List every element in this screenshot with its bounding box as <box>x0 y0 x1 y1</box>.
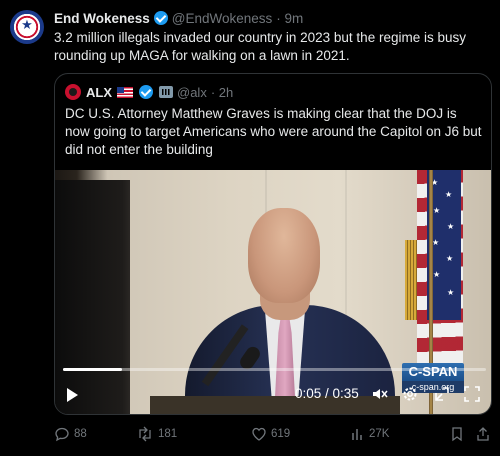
quote-handle: @alx <box>177 84 207 100</box>
share-button[interactable] <box>476 425 494 443</box>
play-icon[interactable] <box>67 388 78 402</box>
video-controls: 0:05 / 0:35 <box>55 376 491 414</box>
quote-author-name[interactable]: ALX <box>86 85 112 100</box>
popout-icon[interactable] <box>433 385 451 403</box>
video-progress-fill <box>63 368 123 371</box>
quote-header: ALX @alx · 2h <box>65 84 233 100</box>
quote-time: · 2h <box>210 84 234 100</box>
star-icon: ★ <box>21 18 33 33</box>
tweet-avatar[interactable]: ★ <box>10 10 44 44</box>
views-button[interactable]: 27K <box>351 425 389 443</box>
views-chart-icon <box>352 429 362 440</box>
speaker-head <box>248 208 320 303</box>
view-count: 27K <box>369 428 390 440</box>
heart-icon <box>252 427 266 441</box>
like-count: 619 <box>271 428 291 440</box>
author-name[interactable]: End Wokeness <box>54 11 150 26</box>
verified-badge-icon <box>153 11 168 25</box>
affiliate-badge-icon <box>159 86 173 98</box>
video-time: 0:05 / 0:35 <box>295 386 359 401</box>
video-progress-bar[interactable] <box>63 368 486 371</box>
us-flag-icon <box>117 86 133 98</box>
tweet-actions: 88 181 619 27K <box>54 425 492 443</box>
like-button[interactable]: 619 <box>251 425 290 443</box>
quoted-tweet[interactable]: ALX @alx · 2h DC U.S. Attorney Matthew G… <box>54 73 492 415</box>
tweet-text: 3.2 million illegals invaded our country… <box>54 30 466 63</box>
bookmark-button[interactable] <box>450 425 468 443</box>
reply-icon <box>55 427 69 442</box>
fullscreen-icon[interactable] <box>463 385 481 403</box>
repost-count: 181 <box>158 428 178 440</box>
repost-button[interactable]: 181 <box>136 425 177 443</box>
quote-avatar[interactable] <box>65 84 81 100</box>
verified-badge-icon <box>139 85 153 99</box>
flag-fringe <box>405 240 417 320</box>
tweet-time[interactable]: · 9m <box>276 11 303 26</box>
mute-icon[interactable] <box>371 385 389 403</box>
reply-count: 88 <box>74 428 87 440</box>
repost-icon <box>139 426 151 442</box>
settings-gear-icon[interactable] <box>401 385 419 403</box>
bookmark-icon <box>452 427 462 442</box>
author-handle[interactable]: @EndWokeness <box>172 11 273 26</box>
share-icon <box>477 427 489 441</box>
tweet-header: End Wokeness @EndWokeness · 9m <box>54 10 303 26</box>
video-player[interactable]: ★ ★ ★ ★ ★ ★ ★ ★ C-SPAN c-span.org 0:05 / 0:3… <box>55 170 491 414</box>
reply-button[interactable]: 88 <box>54 425 87 443</box>
quote-text: DC U.S. Attorney Matthew Graves is makin… <box>65 106 482 157</box>
